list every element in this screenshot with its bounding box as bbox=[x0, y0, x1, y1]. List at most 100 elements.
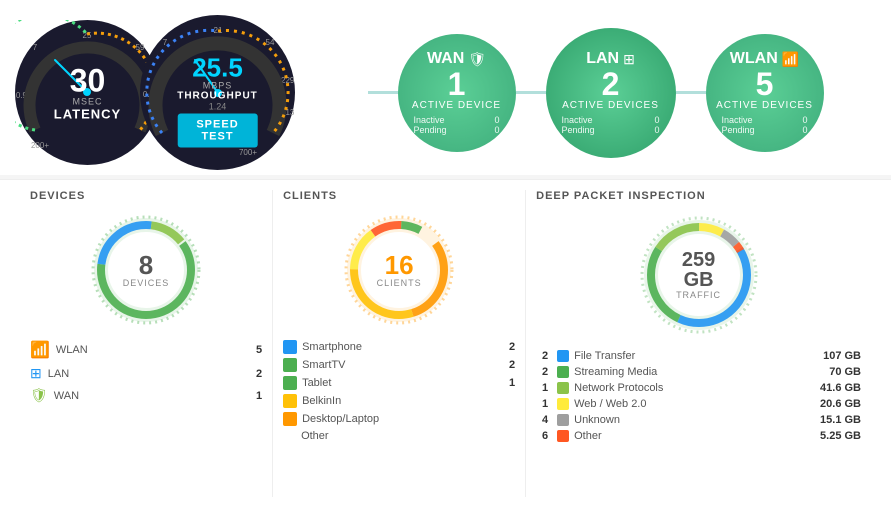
lan-pending-row: Pending 0 bbox=[554, 125, 668, 135]
wlan-pending-val: 0 bbox=[802, 125, 807, 135]
list-item: Tablet 1 bbox=[283, 376, 515, 390]
lan-legend-count: 2 bbox=[256, 368, 262, 380]
dpi-panel-title: DEEP PACKET INSPECTION bbox=[536, 190, 861, 202]
belkin-icon bbox=[283, 394, 297, 408]
wan-pending-val: 0 bbox=[494, 125, 499, 135]
list-item: 4 Unknown 15.1 GB bbox=[536, 414, 861, 426]
throughput-label: THROUGHPUT bbox=[177, 90, 258, 101]
svg-text:200+: 200+ bbox=[31, 141, 49, 150]
latency-center: 30 msec LATENCY bbox=[54, 64, 121, 121]
lan-pending-val: 0 bbox=[654, 125, 659, 135]
unk-size: 15.1 GB bbox=[820, 414, 861, 426]
tablet-icon bbox=[283, 376, 297, 390]
svg-text:7: 7 bbox=[33, 43, 38, 52]
lan-network-icon: ⊞ bbox=[623, 51, 635, 68]
devices-legend-wan: 🛡 WAN 1 bbox=[30, 387, 262, 404]
devices-legend-wlan: 📶 WLAN 5 bbox=[30, 340, 262, 360]
devices-label: DEVICES bbox=[123, 278, 170, 288]
devices-legend-lan: ⊞ LAN 2 bbox=[30, 365, 262, 382]
ft-size: 107 GB bbox=[823, 350, 861, 362]
dpi-donut-area: 259 GB TRAFFIC bbox=[536, 210, 861, 340]
desktop-icon bbox=[283, 412, 297, 426]
dpi-donut: 259 GB TRAFFIC bbox=[634, 210, 764, 340]
oth-count: 6 bbox=[536, 430, 548, 442]
wan-pending-row: Pending 0 bbox=[406, 125, 508, 135]
web-label: Web / Web 2.0 bbox=[574, 398, 646, 410]
sm-count: 2 bbox=[536, 366, 548, 378]
clients-donut-center: 16 CLIENTS bbox=[377, 252, 422, 288]
connector-3 bbox=[676, 91, 706, 94]
wlan-pending-label: Pending bbox=[722, 125, 755, 135]
wan-legend-count: 1 bbox=[256, 390, 262, 402]
smartphone-label: Smartphone bbox=[302, 341, 362, 353]
unk-count: 4 bbox=[536, 414, 548, 426]
lan-pending-label: Pending bbox=[562, 125, 595, 135]
clients-label: CLIENTS bbox=[377, 278, 422, 288]
belkin-label: BelkinIn bbox=[302, 395, 341, 407]
wan-shield-icon: 🛡 bbox=[468, 51, 486, 68]
speed-test-button[interactable]: SPEED TEST bbox=[177, 113, 258, 147]
smarttv-count: 2 bbox=[509, 359, 515, 371]
wlan-count: 5 bbox=[756, 68, 774, 100]
smartphone-count: 2 bbox=[509, 341, 515, 353]
wan-inactive-val: 0 bbox=[494, 115, 499, 125]
other-clients-label: Other bbox=[283, 430, 329, 442]
dpi-label: TRAFFIC bbox=[666, 290, 731, 300]
clients-panel-title: CLIENTS bbox=[283, 190, 515, 202]
list-item: Other bbox=[283, 430, 515, 442]
throughput-gauge: 21 54 7 0.2 229 413 700+ 0.01 118 25. bbox=[140, 15, 295, 170]
svg-text:700+: 700+ bbox=[239, 148, 257, 157]
clients-donut: 16 CLIENTS bbox=[339, 210, 459, 330]
clients-panel: CLIENTS bbox=[273, 190, 526, 497]
np-count: 1 bbox=[536, 382, 548, 394]
smartphone-icon bbox=[283, 340, 297, 354]
dpi-donut-center: 259 GB TRAFFIC bbox=[666, 250, 731, 300]
lan-count: 2 bbox=[602, 68, 620, 100]
list-item: 1 Network Protocols 41.6 GB bbox=[536, 382, 861, 394]
np-dot bbox=[557, 382, 569, 394]
list-item: Smartphone 2 bbox=[283, 340, 515, 354]
wan-legend-label: WAN bbox=[54, 390, 79, 402]
dpi-legend-list: 2 File Transfer 107 GB 2 Streaming Media… bbox=[536, 350, 861, 442]
lan-legend-icon: ⊞ bbox=[30, 365, 42, 382]
wlan-legend-label: WLAN bbox=[56, 344, 88, 356]
wlan-inactive-val: 0 bbox=[802, 115, 807, 125]
ft-label: File Transfer bbox=[574, 350, 635, 362]
devices-panel: DEVICES bbox=[20, 190, 273, 497]
list-item: 6 Other 5.25 GB bbox=[536, 430, 861, 442]
oth-label: Other bbox=[574, 430, 602, 442]
web-dot bbox=[557, 398, 569, 410]
devices-legend: 📶 WLAN 5 ⊞ LAN 2 🛡 WAN 1 bbox=[30, 340, 262, 404]
throughput-center: 25.5 Mbps THROUGHPUT 1.24 SPEED TEST bbox=[177, 54, 258, 147]
wlan-wifi-icon: 📶 bbox=[782, 51, 799, 68]
clients-donut-area: 16 CLIENTS bbox=[283, 210, 515, 330]
desktop-label: Desktop/Laptop bbox=[302, 413, 379, 425]
wlan-pending-row: Pending 0 bbox=[714, 125, 816, 135]
connector-2 bbox=[516, 91, 546, 94]
wlan-subtitle: ACTIVE DEVICES bbox=[716, 100, 813, 111]
throughput-value: 25.5 bbox=[177, 54, 258, 80]
lan-bubble: LAN ⊞ 2 ACTIVE DEVICES Inactive 0 Pendin… bbox=[546, 28, 676, 158]
devices-donut-area: 8 DEVICES bbox=[30, 210, 262, 330]
sm-size: 70 GB bbox=[829, 366, 861, 378]
wan-legend-icon: 🛡 bbox=[30, 387, 48, 404]
list-item: BelkinIn bbox=[283, 394, 515, 408]
clients-value: 16 bbox=[377, 252, 422, 278]
throughput-unit: Mbps bbox=[177, 80, 258, 90]
devices-value: 8 bbox=[123, 252, 170, 278]
lan-inactive-label: Inactive bbox=[562, 115, 593, 125]
wan-inactive-label: Inactive bbox=[414, 115, 445, 125]
lan-legend-label: LAN bbox=[48, 368, 69, 380]
smarttv-icon bbox=[283, 358, 297, 372]
latency-label: LATENCY bbox=[54, 106, 121, 121]
wlan-inactive-row: Inactive 0 bbox=[714, 115, 816, 125]
devices-donut-center: 8 DEVICES bbox=[123, 252, 170, 288]
devices-panel-title: DEVICES bbox=[30, 190, 262, 202]
sm-label: Streaming Media bbox=[574, 366, 657, 378]
wlan-bubble: WLAN 📶 5 ACTIVE DEVICES Inactive 0 Pendi… bbox=[706, 34, 824, 152]
wlan-inactive-label: Inactive bbox=[722, 115, 753, 125]
web-count: 1 bbox=[536, 398, 548, 410]
list-item: 2 Streaming Media 70 GB bbox=[536, 366, 861, 378]
lan-inactive-val: 0 bbox=[654, 115, 659, 125]
unk-label: Unknown bbox=[574, 414, 620, 426]
